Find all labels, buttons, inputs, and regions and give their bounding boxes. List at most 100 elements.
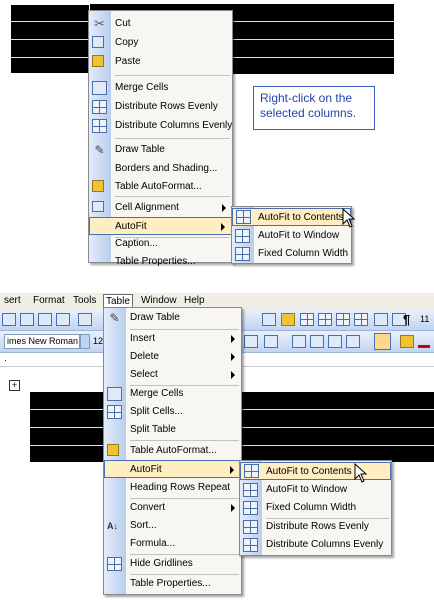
- submenu-arrow-icon: [230, 466, 234, 474]
- menu-item-merge-cells[interactable]: Merge Cells: [89, 79, 232, 97]
- submenu-arrow-icon: [231, 335, 235, 343]
- merge-cells-icon: [92, 81, 107, 95]
- menu-item-cell-alignment[interactable]: Cell Alignment: [89, 199, 232, 217]
- fixed-column-width-icon: [243, 501, 258, 515]
- mouse-cursor-icon: [342, 208, 356, 228]
- pencil-icon: ✎: [109, 311, 120, 325]
- sort-icon: A↓: [107, 521, 118, 531]
- menu-item-formula[interactable]: Formula...: [104, 535, 241, 553]
- submenu-distribute-columns[interactable]: Distribute Columns Evenly: [240, 536, 391, 554]
- font-name-box[interactable]: imes New Roman: [4, 334, 80, 349]
- distribute-rows-icon: [92, 100, 107, 114]
- decrease-indent-icon[interactable]: [328, 335, 342, 348]
- copy-icon: [92, 36, 104, 48]
- bullets-icon[interactable]: [310, 335, 324, 348]
- insert-table-icon[interactable]: [318, 313, 332, 326]
- autofit-window-icon: [243, 483, 258, 497]
- menu-item-caption[interactable]: Caption...: [89, 235, 232, 253]
- menu-item-cut[interactable]: ✂ Cut: [89, 15, 232, 33]
- submenu-arrow-icon: [231, 504, 235, 512]
- menubar-window[interactable]: Window: [141, 294, 177, 308]
- menu-item-distribute-rows[interactable]: Distribute Rows Evenly: [89, 98, 232, 116]
- menu-item-table-properties[interactable]: Table Properties...: [89, 253, 232, 271]
- menu-item-borders-shading[interactable]: Borders and Shading...: [89, 160, 232, 178]
- autofit-contents-icon: [236, 210, 251, 224]
- numbering-icon[interactable]: [292, 335, 306, 348]
- save-icon[interactable]: [38, 313, 52, 326]
- drawing-icon[interactable]: [374, 313, 388, 326]
- cell-alignment-icon: [92, 201, 104, 212]
- submenu-arrow-icon: [231, 371, 235, 379]
- show-hide-icon[interactable]: ¶: [403, 312, 410, 327]
- split-cells-icon: [107, 405, 122, 419]
- table-autoformat-icon: [107, 444, 119, 456]
- fixed-column-width-icon: [235, 247, 250, 261]
- submenu-fixed-column-width[interactable]: Fixed Column Width: [232, 245, 351, 263]
- autofit-window-icon: [235, 229, 250, 243]
- context-menu: ✂ Cut Copy Paste Merge Cells Distribute …: [88, 10, 233, 267]
- submenu-autofit-window[interactable]: AutoFit to Window: [232, 227, 351, 245]
- menubar-insert[interactable]: sert: [4, 294, 21, 308]
- menubar-tools[interactable]: Tools: [73, 294, 96, 308]
- merge-cells-icon: [107, 387, 122, 401]
- scissors-icon: ✂: [94, 16, 105, 31]
- borders-icon[interactable]: [374, 333, 391, 350]
- menu-item-select[interactable]: Select: [104, 366, 241, 384]
- menubar-table[interactable]: Table: [103, 294, 133, 308]
- new-icon[interactable]: [2, 313, 16, 326]
- menubar-format[interactable]: Format: [33, 294, 65, 308]
- menu-item-heading-rows-repeat[interactable]: Heading Rows Repeat: [104, 479, 241, 497]
- menu-item-split-table[interactable]: Split Table: [104, 421, 241, 439]
- paste-icon: [92, 55, 104, 67]
- menu-item-sort[interactable]: A↓ Sort...: [104, 517, 241, 535]
- print-preview-icon[interactable]: [56, 313, 70, 326]
- submenu-autofit-contents[interactable]: AutoFit to Contents: [240, 462, 391, 480]
- menu-item-autofit[interactable]: AutoFit: [89, 217, 232, 235]
- columns-icon[interactable]: [354, 313, 368, 326]
- menu-item-distribute-columns[interactable]: Distribute Columns Evenly: [89, 117, 232, 135]
- table-move-handle[interactable]: +: [9, 380, 20, 391]
- menu-item-paste[interactable]: Paste: [89, 53, 232, 71]
- line-spacing-icon[interactable]: [264, 335, 278, 348]
- font-color-icon[interactable]: [418, 335, 430, 348]
- menu-item-table-properties[interactable]: Table Properties...: [104, 575, 241, 593]
- menu-item-hide-gridlines[interactable]: Hide Gridlines: [104, 555, 241, 573]
- submenu-arrow-icon: [222, 204, 226, 212]
- open-icon[interactable]: [20, 313, 34, 326]
- distribute-columns-icon: [92, 119, 107, 133]
- autofit-contents-icon: [244, 464, 259, 478]
- table-left-column[interactable]: [10, 4, 90, 74]
- font-name-dropdown-icon[interactable]: [80, 334, 90, 349]
- menu-item-table-autoformat[interactable]: Table AutoFormat...: [104, 442, 241, 460]
- menu-item-delete[interactable]: Delete: [104, 348, 241, 366]
- submenu-autofit-window[interactable]: AutoFit to Window: [240, 481, 391, 499]
- zoom-box[interactable]: 11: [420, 314, 429, 324]
- increase-indent-icon[interactable]: [346, 335, 360, 348]
- menu-item-table-autoformat[interactable]: Table AutoFormat...: [89, 178, 232, 196]
- menu-item-copy[interactable]: Copy: [89, 34, 232, 52]
- tables-borders-icon[interactable]: [300, 313, 314, 326]
- menu-item-split-cells[interactable]: Split Cells...: [104, 403, 241, 421]
- autofit-submenu-bottom: AutoFit to Contents AutoFit to Window Fi…: [239, 460, 392, 556]
- globe-icon[interactable]: [262, 313, 276, 326]
- menu-item-autofit[interactable]: AutoFit: [104, 460, 241, 478]
- hyperlink-icon[interactable]: [281, 313, 295, 326]
- highlight-icon[interactable]: [400, 335, 414, 348]
- menubar-help[interactable]: Help: [184, 294, 205, 308]
- menu-item-convert[interactable]: Convert: [104, 499, 241, 517]
- submenu-distribute-rows[interactable]: Distribute Rows Evenly: [240, 518, 391, 536]
- autofit-submenu: AutoFit to Contents AutoFit to Window Fi…: [231, 206, 352, 264]
- spelling-icon[interactable]: [78, 313, 92, 326]
- menu-item-draw-table[interactable]: ✎ Draw Table: [104, 309, 241, 327]
- align-justify-icon[interactable]: [244, 335, 258, 348]
- menu-item-insert[interactable]: Insert: [104, 330, 241, 348]
- submenu-autofit-contents[interactable]: AutoFit to Contents: [232, 208, 351, 226]
- insert-excel-icon[interactable]: [336, 313, 350, 326]
- gridlines-icon: [107, 557, 122, 571]
- menu-item-merge-cells[interactable]: Merge Cells: [104, 385, 241, 403]
- submenu-fixed-column-width[interactable]: Fixed Column Width: [240, 499, 391, 517]
- submenu-arrow-icon: [231, 353, 235, 361]
- submenu-arrow-icon: [221, 223, 225, 231]
- distribute-columns-icon: [243, 538, 258, 552]
- menu-item-draw-table[interactable]: ✎ Draw Table: [89, 141, 232, 159]
